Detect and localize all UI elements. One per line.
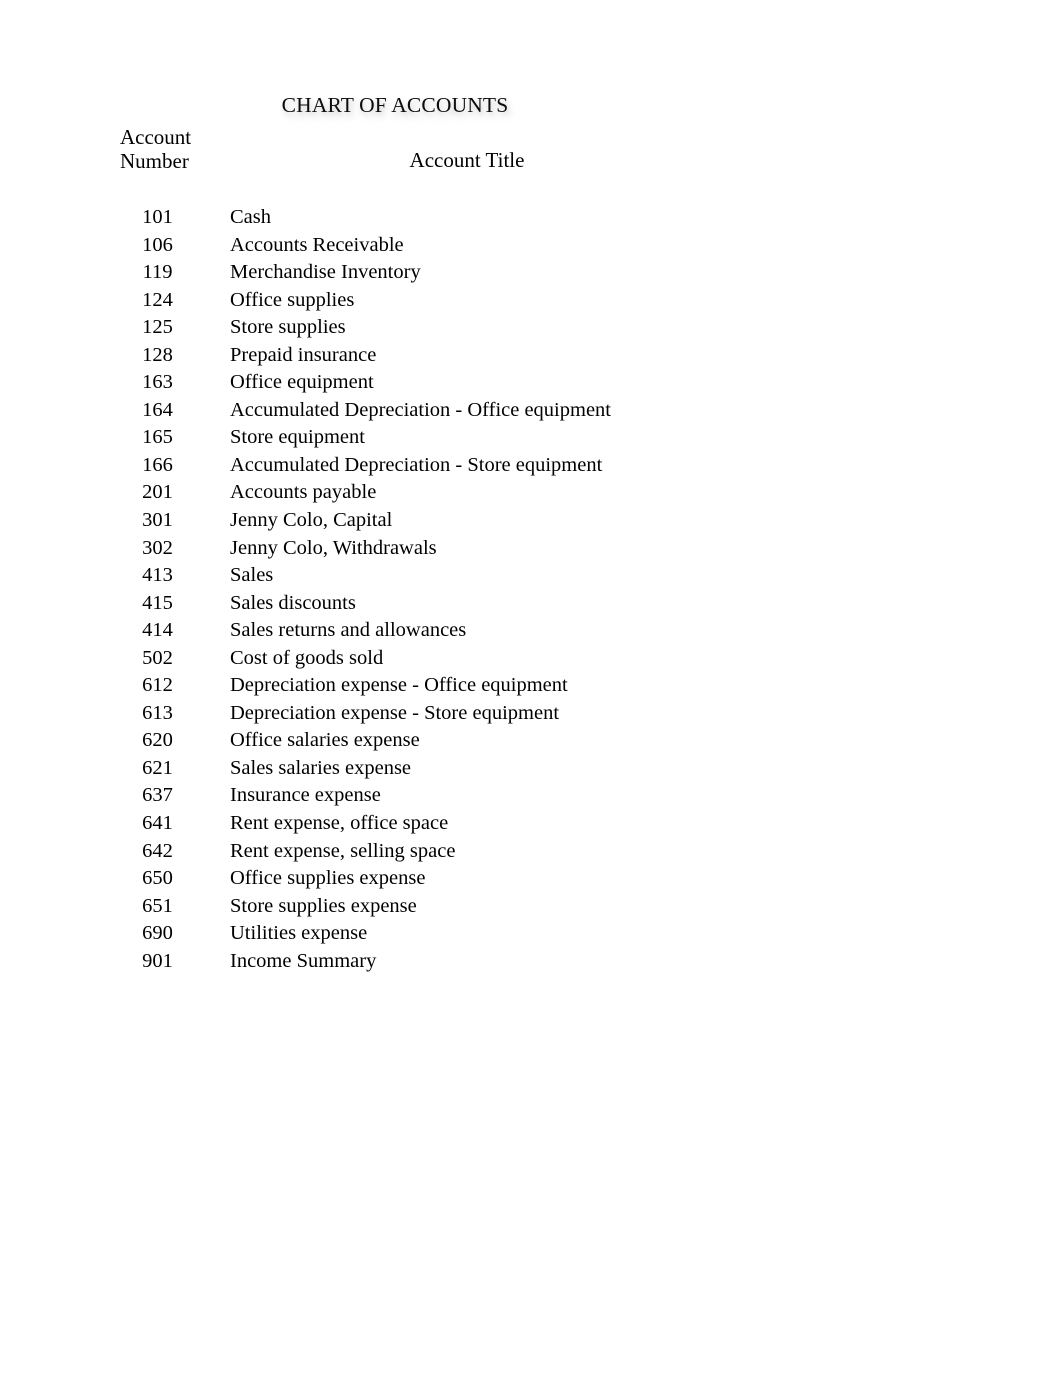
- table-row: 621 Sales salaries expense: [0, 755, 1062, 783]
- table-row: 414 Sales returns and allowances: [0, 617, 1062, 645]
- account-number-cell: 901: [142, 949, 173, 972]
- account-number-cell: 414: [142, 619, 173, 642]
- account-number-cell: 637: [142, 784, 173, 807]
- account-number-cell: 415: [142, 591, 173, 614]
- table-row: 413 Sales: [0, 562, 1062, 590]
- account-title-cell: Income Summary: [230, 949, 377, 972]
- account-number-cell: 301: [142, 509, 173, 532]
- account-number-cell: 165: [142, 426, 173, 449]
- account-number-cell: 124: [142, 288, 173, 311]
- account-title-cell: Sales salaries expense: [230, 756, 412, 779]
- account-number-cell: 106: [142, 233, 173, 256]
- table-row: 613 Depreciation expense - Store equipmen…: [0, 700, 1062, 728]
- account-number-cell: 166: [142, 453, 173, 476]
- account-number-cell: 651: [142, 894, 173, 917]
- account-number-cell: 119: [142, 261, 173, 284]
- table-row: 119 Merchandise Inventory: [0, 259, 1062, 287]
- account-title-cell: Office supplies: [230, 288, 355, 311]
- account-title-cell: Depreciation expense - Office equipment: [230, 674, 568, 697]
- account-list: 101 Cash 106 Accounts Receivable 119 Merchand…: [0, 204, 1062, 975]
- table-row: 620 Office salaries expense: [0, 727, 1062, 755]
- account-number-cell: 641: [142, 812, 173, 835]
- table-row: 301 Jenny Colo, Capital: [0, 507, 1062, 535]
- account-title-cell: Office supplies expense: [230, 867, 426, 890]
- table-row: 637 Insurance expense: [0, 782, 1062, 810]
- table-row: 164 Accumulated Depreciation - Office equ…: [0, 397, 1062, 425]
- table-row: 901 Income Summary: [0, 948, 1062, 976]
- table-row: 642 Rent expense, selling space: [0, 838, 1062, 866]
- table-row: 124 Office supplies: [0, 287, 1062, 315]
- account-title-cell: Rent expense, selling space: [230, 839, 456, 862]
- account-title-cell: Accumulated Depreciation - Office equipm…: [230, 398, 611, 421]
- table-row: 502 Cost of goods sold: [0, 645, 1062, 673]
- account-title-cell: Prepaid insurance: [230, 343, 377, 366]
- account-number-cell: 621: [142, 756, 173, 779]
- table-row: 166 Accumulated Depreciation - Store equi…: [0, 452, 1062, 480]
- account-title-cell: Depreciation expense - Store equipment: [230, 701, 560, 724]
- account-number-cell: 502: [142, 646, 173, 669]
- account-title-cell: Store supplies expense: [230, 894, 417, 917]
- table-row: 690 Utilities expense: [0, 920, 1062, 948]
- account-title-cell: Office salaries expense: [230, 729, 420, 752]
- account-title-cell: Sales: [230, 564, 274, 587]
- account-title-cell: Accounts payable: [230, 481, 377, 504]
- account-title-cell: Cost of goods sold: [230, 646, 384, 669]
- account-title-cell: Jenny Colo, Capital: [230, 509, 393, 532]
- table-row: 201 Accounts payable: [0, 479, 1062, 507]
- document-page: CHART OF ACCOUNTS Account Number Account…: [0, 0, 1062, 1377]
- table-row: 651 Store supplies expense: [0, 893, 1062, 921]
- table-row: 641 Rent expense, office space: [0, 810, 1062, 838]
- account-title-cell: Jenny Colo, Withdrawals: [230, 536, 437, 559]
- account-number-cell: 164: [142, 398, 173, 421]
- account-title-cell: Store supplies: [230, 316, 346, 339]
- account-number-cell: 163: [142, 371, 173, 394]
- account-title-cell: Accounts Receivable: [230, 233, 404, 256]
- account-number-cell: 613: [142, 701, 173, 724]
- account-title-cell: Merchandise Inventory: [230, 261, 421, 284]
- account-number-cell: 650: [142, 867, 173, 890]
- account-title-cell: Cash: [230, 206, 271, 228]
- account-title-cell: Store equipment: [230, 426, 365, 449]
- table-row: 128 Prepaid insurance: [0, 342, 1062, 370]
- account-title-cell: Accumulated Depreciation - Store equipme…: [230, 453, 603, 476]
- account-title-cell: Utilities expense: [230, 922, 368, 945]
- account-title-cell: Rent expense, office space: [230, 812, 449, 835]
- account-number-cell: 642: [142, 839, 173, 862]
- table-row: 163 Office equipment: [0, 369, 1062, 397]
- account-number-cell: 302: [142, 536, 173, 559]
- page-title: CHART OF ACCOUNTS: [281, 93, 509, 117]
- table-row: 165 Store equipment: [0, 424, 1062, 452]
- account-number-cell: 690: [142, 922, 173, 945]
- account-number-cell: 413: [142, 564, 173, 587]
- table-row: 650 Office supplies expense: [0, 865, 1062, 893]
- table-row: 101 Cash: [0, 204, 1062, 232]
- table-row: 612 Depreciation expense - Office equipme…: [0, 672, 1062, 700]
- account-number-cell: 201: [142, 481, 173, 504]
- account-number-cell: 125: [142, 316, 173, 339]
- account-number-cell: 101: [142, 206, 173, 228]
- account-title-cell: Office equipment: [230, 371, 374, 394]
- account-title-cell: Insurance expense: [230, 784, 381, 807]
- column-header-account-number: Account Number: [120, 125, 192, 173]
- table-row: 302 Jenny Colo, Withdrawals: [0, 535, 1062, 563]
- table-row: 125 Store supplies: [0, 314, 1062, 342]
- table-row: 415 Sales discounts: [0, 590, 1062, 618]
- account-number-cell: 128: [142, 343, 173, 366]
- account-title-cell: Sales returns and allowances: [230, 619, 467, 642]
- account-number-cell: 620: [142, 729, 173, 752]
- account-title-cell: Sales discounts: [230, 591, 356, 614]
- account-number-cell: 612: [142, 674, 173, 697]
- table-row: 106 Accounts Receivable: [0, 232, 1062, 260]
- column-header-account-title: Account Title: [409, 148, 525, 172]
